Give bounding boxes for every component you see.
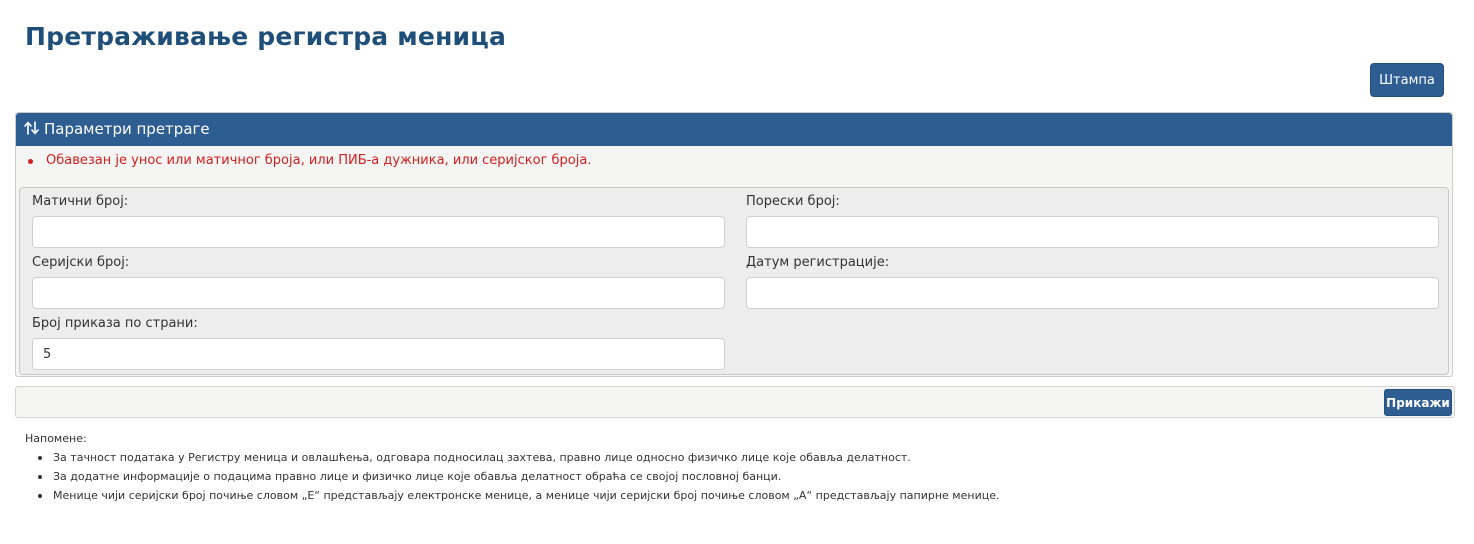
show-button[interactable]: Прикажи <box>1384 389 1452 416</box>
action-bar <box>15 386 1455 418</box>
id-number-label: Матични број: <box>32 194 129 209</box>
notes-title: Напомене: <box>25 432 87 445</box>
serial-number-label: Серијски број: <box>32 255 130 270</box>
registration-date-label: Датум регистрације: <box>746 255 890 270</box>
search-form: Матични број: Порески број: Серијски бро… <box>19 187 1449 375</box>
notes-list: За тачност података у Регистру меница и … <box>35 450 999 507</box>
page-size-input[interactable] <box>32 338 725 370</box>
page-title: Претраживање регистра меница <box>25 22 507 51</box>
page-size-label: Број приказа по страни: <box>32 316 198 331</box>
serial-number-input[interactable] <box>32 277 725 309</box>
registration-date-input[interactable] <box>746 277 1439 309</box>
note-item: Менице чији серијски број почиње словом … <box>35 488 999 507</box>
print-button[interactable]: Штампа <box>1370 63 1444 97</box>
panel-header-label: Параметри претраге <box>44 120 210 138</box>
tax-number-label: Порески број: <box>746 194 840 209</box>
validation-error-message: Обавезан је унос или матичног броја, или… <box>26 153 591 168</box>
validation-errors: Обавезан је унос или матичног броја, или… <box>26 153 591 168</box>
note-item: За тачност података у Регистру меница и … <box>35 450 999 469</box>
search-parameters-toggle[interactable]: Параметри претраге <box>16 113 1452 146</box>
sort-arrows-icon <box>24 121 39 135</box>
tax-number-input[interactable] <box>746 216 1439 248</box>
note-item: За додатне информације о подацима правно… <box>35 469 999 488</box>
id-number-input[interactable] <box>32 216 725 248</box>
search-parameters-panel: Параметри претраге Обавезан је унос или … <box>15 112 1453 377</box>
